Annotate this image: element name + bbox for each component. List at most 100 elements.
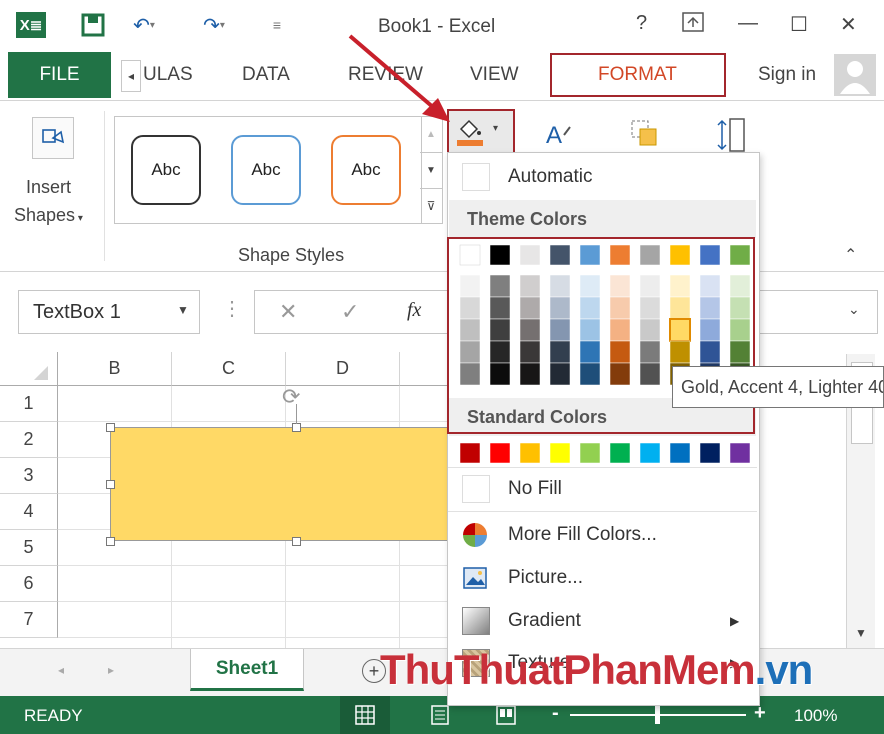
expand-formula-icon[interactable]: ⌄ xyxy=(848,301,860,318)
column-header[interactable]: C xyxy=(172,352,286,386)
shape-style-dark[interactable]: Abc xyxy=(131,135,201,205)
maximize-button[interactable]: ☐ xyxy=(790,12,808,37)
divider xyxy=(448,511,757,512)
gridline xyxy=(58,565,450,566)
avatar[interactable] xyxy=(834,54,876,96)
standard-color-swatch[interactable] xyxy=(519,442,541,464)
menu-item-picture[interactable]: Picture... xyxy=(448,558,757,598)
tab-scroll-left-icon[interactable]: ◂ xyxy=(121,60,141,92)
insert-shapes-label-2: Shapes ▾ xyxy=(14,205,83,225)
row-header[interactable]: 4 xyxy=(0,494,58,530)
gridline xyxy=(58,637,450,638)
undo-icon[interactable]: ↶ ▾ xyxy=(128,12,160,38)
standard-color-swatch[interactable] xyxy=(669,442,691,464)
menu-item-label: Automatic xyxy=(508,166,593,187)
row-header[interactable]: 6 xyxy=(0,566,58,602)
standard-color-swatch[interactable] xyxy=(729,442,751,464)
scroll-down-icon[interactable]: ▼ xyxy=(855,626,867,640)
svg-text:A: A xyxy=(546,122,562,149)
help-button[interactable]: ? xyxy=(636,12,647,35)
zoom-slider-thumb[interactable] xyxy=(655,704,660,724)
redo-icon[interactable]: ↷ ▾ xyxy=(198,12,230,38)
page-layout-icon[interactable] xyxy=(430,705,450,730)
watermark: ThuThuatPhanMem.vn xyxy=(380,646,813,693)
save-icon[interactable] xyxy=(80,12,106,38)
column-header[interactable]: D xyxy=(286,352,400,386)
standard-color-swatch[interactable] xyxy=(459,442,481,464)
resize-handle[interactable] xyxy=(292,537,301,546)
sheet-next-icon[interactable]: ▸ xyxy=(108,663,114,677)
tab-format[interactable]: FORMAT xyxy=(598,64,677,86)
sheet-prev-icon[interactable]: ◂ xyxy=(58,663,64,677)
standard-color-swatch[interactable] xyxy=(489,442,511,464)
row-header[interactable]: 7 xyxy=(0,602,58,638)
size-icon[interactable] xyxy=(712,115,752,155)
gallery-down-icon[interactable]: ▼ xyxy=(420,152,442,188)
menu-item-label: Gradient xyxy=(508,610,581,631)
theme-colors-header: Theme Colors xyxy=(449,200,756,238)
row-header[interactable]: 5 xyxy=(0,530,58,566)
menu-item-no-fill[interactable]: No Fill xyxy=(448,469,757,509)
collapse-ribbon-icon[interactable]: ⌃ xyxy=(844,245,857,265)
rotate-handle-stem xyxy=(296,404,297,424)
close-button[interactable]: ✕ xyxy=(840,12,857,37)
resize-handle[interactable] xyxy=(106,423,115,432)
menu-item-label: Picture... xyxy=(508,567,583,588)
tab-file[interactable]: FILE xyxy=(8,52,111,98)
resize-handle[interactable] xyxy=(106,480,115,489)
standard-color-swatch[interactable] xyxy=(579,442,601,464)
column-header[interactable]: B xyxy=(58,352,172,386)
insert-function-icon[interactable]: fx xyxy=(407,299,421,322)
arrange-icon[interactable] xyxy=(628,115,664,155)
shape-style-blue[interactable]: Abc xyxy=(231,135,301,205)
standard-color-swatch[interactable] xyxy=(639,442,661,464)
row-header[interactable]: 2 xyxy=(0,422,58,458)
minimize-button[interactable]: — xyxy=(738,12,758,35)
row-header[interactable]: 3 xyxy=(0,458,58,494)
sheet-tab-sheet1[interactable]: Sheet1 xyxy=(190,649,304,691)
enter-icon[interactable]: ✓ xyxy=(341,299,359,325)
standard-color-swatch[interactable] xyxy=(699,442,721,464)
formula-input[interactable]: ⌄ xyxy=(758,290,878,334)
shape-styles-group-label: Shape Styles xyxy=(238,245,345,265)
select-all-corner[interactable] xyxy=(0,352,58,386)
text-box-shape[interactable] xyxy=(110,427,450,541)
rotate-handle-icon[interactable]: ⟳ xyxy=(282,384,300,410)
menu-item-more-fill-colors[interactable]: More Fill Colors... xyxy=(448,515,757,555)
color-wheel-icon xyxy=(463,523,487,547)
insert-shapes-icon xyxy=(32,117,74,159)
name-box-value: TextBox 1 xyxy=(33,301,121,323)
ribbon-display-button[interactable] xyxy=(682,12,704,38)
gradient-icon xyxy=(462,607,490,635)
zoom-level[interactable]: 100% xyxy=(794,706,837,726)
insert-shapes-button[interactable]: Insert Shapes ▾ xyxy=(14,113,98,243)
standard-color-swatch[interactable] xyxy=(609,442,631,464)
shape-style-orange[interactable]: Abc xyxy=(331,135,401,205)
gridline xyxy=(58,421,450,422)
standard-color-palette[interactable] xyxy=(454,442,754,464)
sign-in-link[interactable]: Sign in xyxy=(758,64,816,86)
customize-qat-icon[interactable]: ≡ xyxy=(268,12,286,38)
normal-view-icon xyxy=(355,705,375,725)
tab-data[interactable]: DATA xyxy=(242,64,290,86)
tab-view[interactable]: VIEW xyxy=(470,64,519,86)
text-fill-icon[interactable]: A xyxy=(538,115,578,155)
gallery-more-icon[interactable]: ⊽ xyxy=(420,188,442,223)
row-header[interactable]: 1 xyxy=(0,386,58,422)
cancel-icon[interactable]: ✕ xyxy=(279,299,297,325)
color-tooltip: Gold, Accent 4, Lighter 40% xyxy=(672,366,884,408)
normal-view-button[interactable] xyxy=(340,696,390,734)
gridline xyxy=(58,601,450,602)
status-ready: READY xyxy=(24,706,83,725)
chevron-down-icon: ▾ xyxy=(493,123,499,134)
annotation-arrow-icon xyxy=(348,34,450,122)
tab-formulas[interactable]: ULAS xyxy=(143,64,193,86)
column-header[interactable] xyxy=(400,352,450,386)
menu-item-gradient[interactable]: Gradient ▶ xyxy=(448,601,757,641)
standard-color-swatch[interactable] xyxy=(549,442,571,464)
resize-handle[interactable] xyxy=(292,423,301,432)
name-box[interactable]: TextBox 1 ▼ xyxy=(18,290,200,334)
page-break-icon[interactable] xyxy=(496,705,516,730)
menu-item-automatic[interactable]: Automatic xyxy=(448,157,757,197)
resize-handle[interactable] xyxy=(106,537,115,546)
